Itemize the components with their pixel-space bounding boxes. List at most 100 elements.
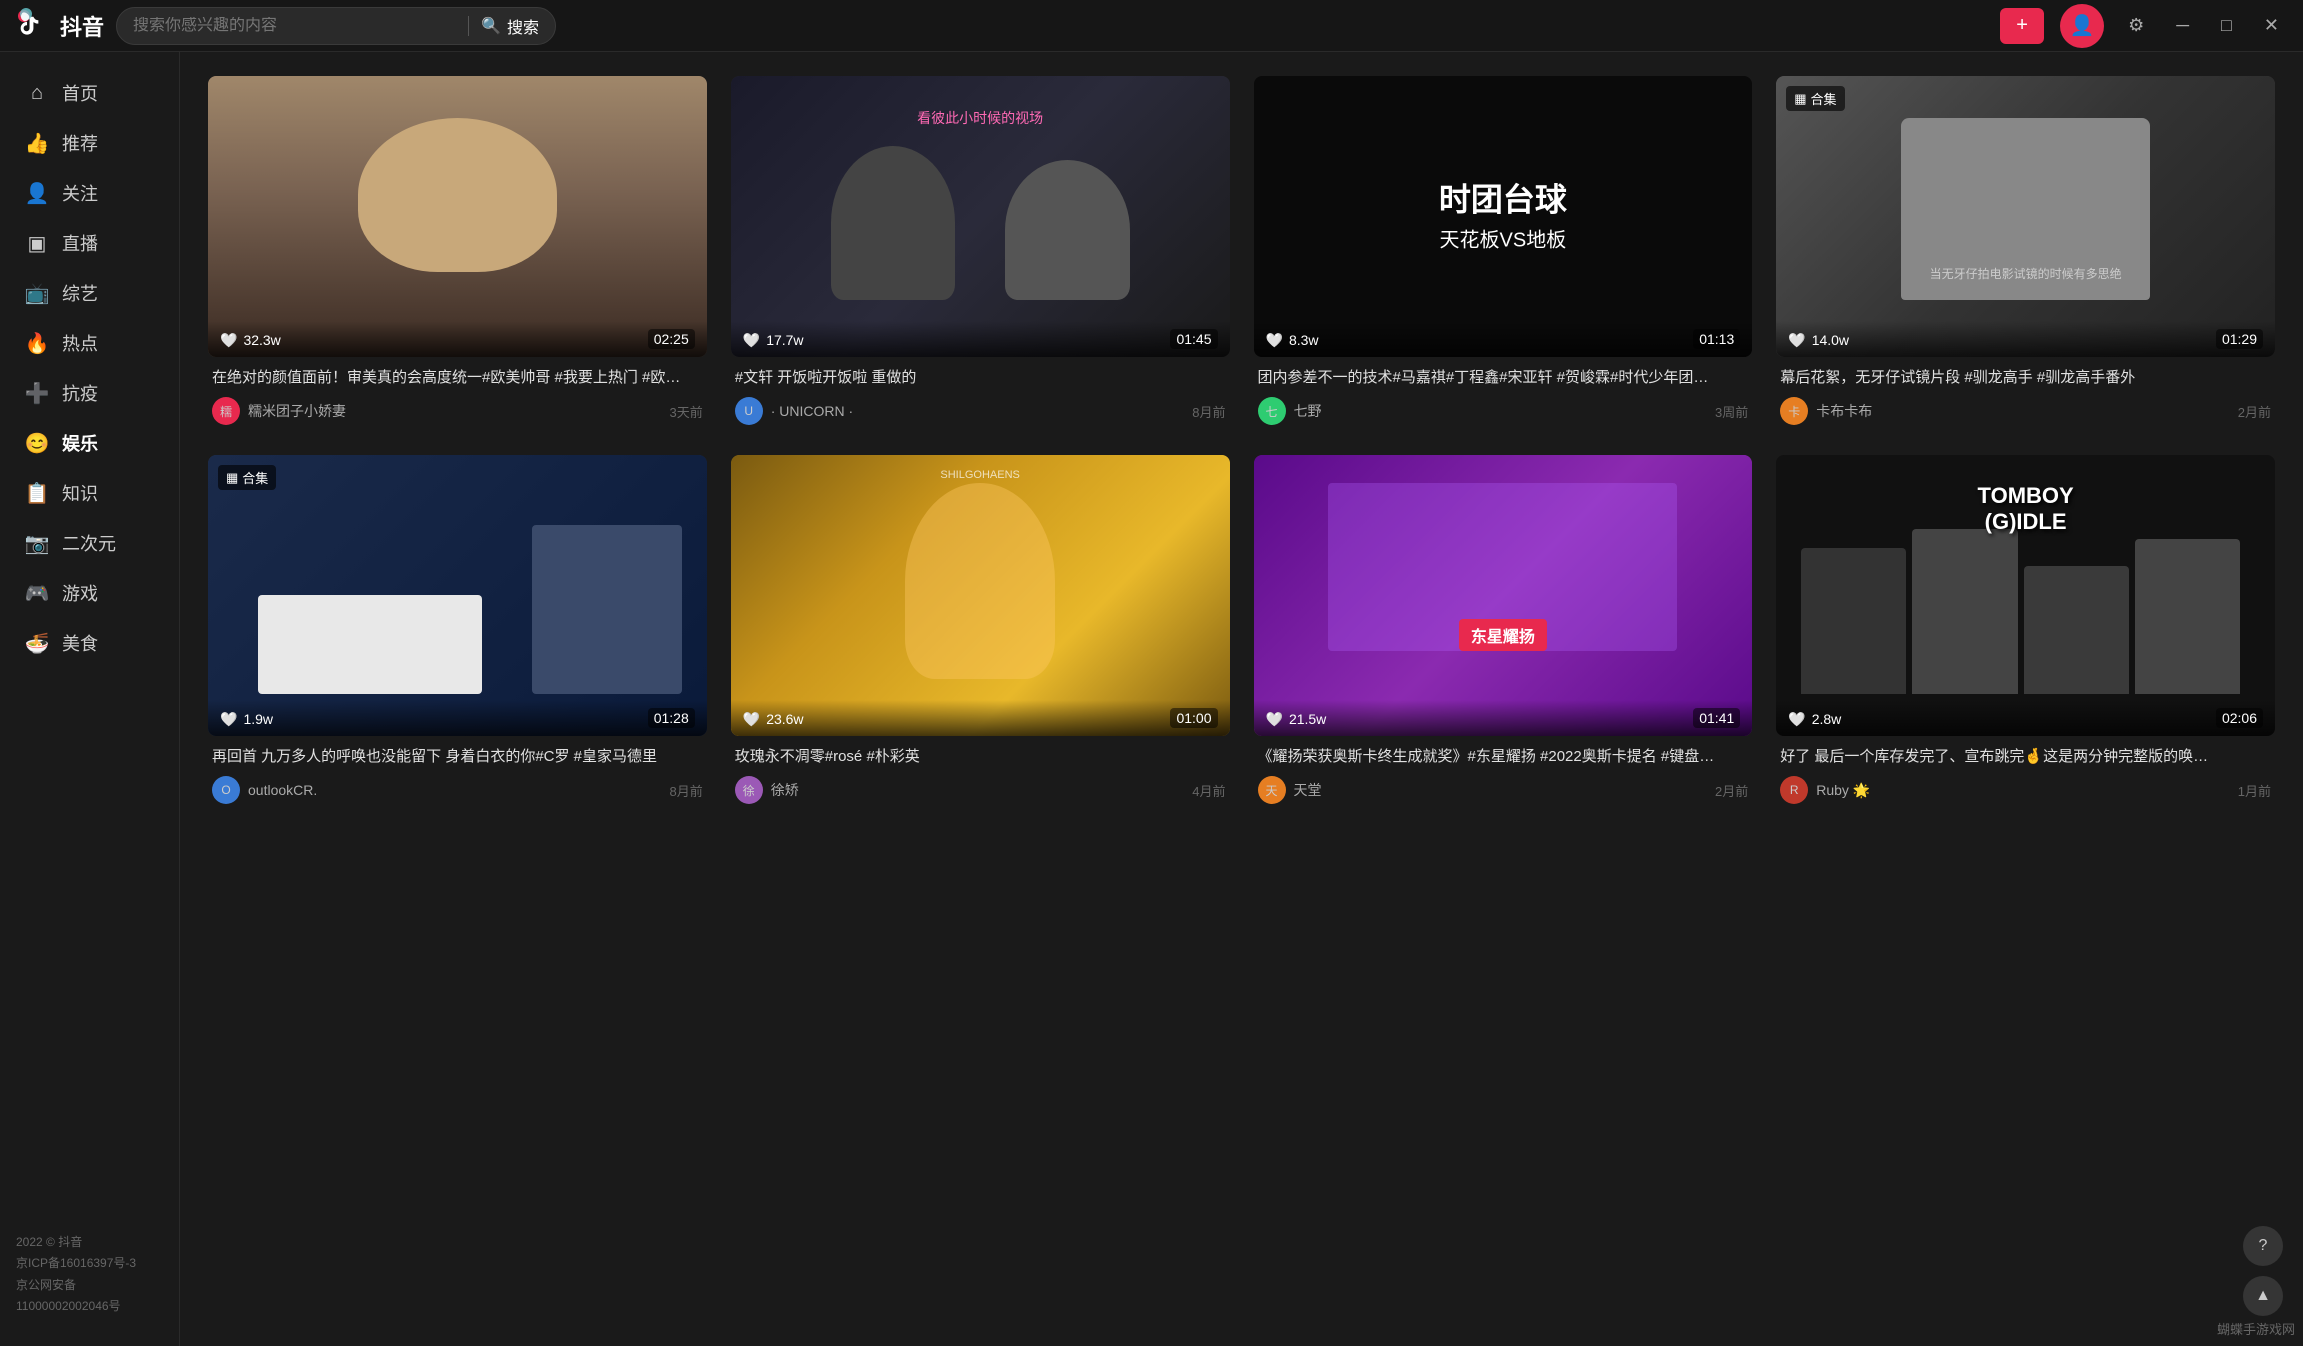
sidebar-item-entertainment[interactable]: 😊 娱乐 xyxy=(0,418,179,468)
sidebar-item-game[interactable]: 🎮 游戏 xyxy=(0,568,179,618)
titlebar-left: 抖音 🔍 搜索 xyxy=(16,7,556,45)
video-thumb-2: 看彼此小时候的视场 🤍 17.7w 01:45 xyxy=(731,76,1230,357)
search-button[interactable]: 🔍 搜索 xyxy=(481,14,539,38)
video-avatar-7: 天 xyxy=(1258,776,1286,804)
user-icon: 👤 xyxy=(2070,13,2095,38)
sidebar-item-hot[interactable]: 🔥 热点 xyxy=(0,318,179,368)
sidebar-item-recommend[interactable]: 👍 推荐 xyxy=(0,118,179,168)
follow-icon: 👤 xyxy=(24,181,50,206)
video-time-7: 2月前 xyxy=(1715,781,1748,800)
video-duration-7: 01:41 xyxy=(1693,708,1740,728)
sidebar: ⌂ 首页 👍 推荐 👤 关注 ▣ 直播 📺 综艺 🔥 热点 ➕ 抗疫 😊 xyxy=(0,52,180,1346)
video-time-8: 1月前 xyxy=(2238,781,2271,800)
video-card-4[interactable]: ▦ 合集 当无牙仔拍电影试镜的时候有多思绝 🤍 14.0w 01:29 xyxy=(1776,76,2275,431)
video-author-2: · UNICORN · xyxy=(771,403,853,419)
video-overlay-4: 🤍 14.0w 01:29 xyxy=(1776,321,2275,357)
upload-button[interactable]: + xyxy=(2000,8,2044,44)
sidebar-item-follow-label: 关注 xyxy=(62,180,98,206)
video-info-6: 玫瑰永不凋零#rosé #朴彩英 徐 徐矫 4月前 xyxy=(731,736,1230,811)
knowledge-icon: 📋 xyxy=(24,481,50,506)
video-thumb-7: 东星耀扬 🤍 21.5w 01:41 xyxy=(1254,455,1753,736)
video-meta-1: 糯 糯米团子小娇妻 3天前 xyxy=(212,397,703,425)
icp: 京ICP备16016397号-3 xyxy=(16,1253,163,1275)
video-title-1: 在绝对的颜值面前！审美真的会高度统一#欧美帅哥 #我要上热门 #欧… xyxy=(212,367,703,390)
heart-icon-7: 🤍 xyxy=(1266,711,1283,728)
video-thumb-8: TOMBOY(G)IDLE 🤍 2.8w 02:06 xyxy=(1776,455,2275,736)
video-likes-2: 🤍 17.7w xyxy=(743,332,804,349)
search-bar[interactable]: 🔍 搜索 xyxy=(116,7,556,45)
anti-icon: ➕ xyxy=(24,381,50,406)
minimize-icon: ─ xyxy=(2176,15,2189,35)
video-info-4: 幕后花絮，无牙仔试镜片段 #驯龙高手 #驯龙高手番外 卡 卡布卡布 2月前 xyxy=(1776,357,2275,432)
video-duration-6: 01:00 xyxy=(1170,708,1217,728)
sidebar-item-anime-label: 二次元 xyxy=(62,530,116,556)
help-button[interactable]: ? xyxy=(2243,1226,2283,1266)
recommend-icon: 👍 xyxy=(24,131,50,156)
video-card-1[interactable]: 🤍 32.3w 02:25 在绝对的颜值面前！审美真的会高度统一#欧美帅哥 #我… xyxy=(208,76,707,431)
sidebar-item-hot-label: 热点 xyxy=(62,330,98,356)
user-avatar-button[interactable]: 👤 xyxy=(2060,4,2104,48)
video-meta-8: R Ruby 🌟 1月前 xyxy=(1780,776,2271,804)
sidebar-item-anti[interactable]: ➕ 抗疫 xyxy=(0,368,179,418)
heart-icon-5: 🤍 xyxy=(220,711,237,728)
video-author-4: 卡布卡布 xyxy=(1816,401,1872,421)
minimize-button[interactable]: ─ xyxy=(2168,11,2197,40)
sidebar-item-variety-label: 综艺 xyxy=(62,280,98,306)
heart-icon-8: 🤍 xyxy=(1788,711,1805,728)
sidebar-item-follow[interactable]: 👤 关注 xyxy=(0,168,179,218)
search-input[interactable] xyxy=(133,17,456,35)
video-avatar-5: O xyxy=(212,776,240,804)
scroll-up-button[interactable]: ▲ xyxy=(2243,1276,2283,1316)
game-icon: 🎮 xyxy=(24,581,50,606)
home-icon: ⌂ xyxy=(24,82,50,105)
video-author-3: 七野 xyxy=(1294,401,1322,421)
video-overlay-6: 🤍 23.6w 01:00 xyxy=(731,700,1230,736)
collection-badge-4: ▦ 合集 xyxy=(1786,86,1844,111)
video-card-6[interactable]: SHILGOHAENS 🤍 23.6w 01:00 玫瑰永不凋零#rosé #朴… xyxy=(731,455,1230,810)
sidebar-item-live-label: 直播 xyxy=(62,230,98,256)
heart-icon-1: 🤍 xyxy=(220,332,237,349)
sidebar-item-home[interactable]: ⌂ 首页 xyxy=(0,68,179,118)
video-thumb-6: SHILGOHAENS 🤍 23.6w 01:00 xyxy=(731,455,1230,736)
video-meta-5: O outlookCR. 8月前 xyxy=(212,776,703,804)
video-meta-7: 天 天堂 2月前 xyxy=(1258,776,1749,804)
video-card-8[interactable]: TOMBOY(G)IDLE 🤍 2.8w 02:06 好了 最后一个库存发完了、… xyxy=(1776,455,2275,810)
video-info-3: 团内参差不一的技术#马嘉祺#丁程鑫#宋亚轩 #贺峻霖#时代少年团… 七 七野 3… xyxy=(1254,357,1753,432)
video-title-7: 《耀扬荣获奥斯卡终生成就奖》#东星耀扬 #2022奥斯卡提名 #键盘… xyxy=(1258,746,1749,769)
sidebar-item-anti-label: 抗疫 xyxy=(62,380,98,406)
video-card-3[interactable]: 时团台球 天花板VS地板 🤍 8.3w 01:13 团内参差不一的技术#马嘉祺#… xyxy=(1254,76,1753,431)
close-button[interactable]: ✕ xyxy=(2256,11,2287,40)
sidebar-item-live[interactable]: ▣ 直播 xyxy=(0,218,179,268)
video-time-1: 3天前 xyxy=(670,402,703,421)
video-time-5: 8月前 xyxy=(670,781,703,800)
video-card-5[interactable]: ▦ 合集 🤍 1.9w 01:28 再回首 九万多人的 xyxy=(208,455,707,810)
video-avatar-2: U xyxy=(735,397,763,425)
video-duration-3: 01:13 xyxy=(1693,329,1740,349)
video-card-2[interactable]: 看彼此小时候的视场 🤍 17.7w 01:45 #文轩 开饭啦开饭啦 重做的 U… xyxy=(731,76,1230,431)
search-icon: 🔍 xyxy=(481,16,501,36)
sidebar-item-food[interactable]: 🍜 美食 xyxy=(0,618,179,668)
video-avatar-4: 卡 xyxy=(1780,397,1808,425)
sidebar-item-variety[interactable]: 📺 综艺 xyxy=(0,268,179,318)
scroll-up-icon: ▲ xyxy=(2255,1287,2271,1305)
video-card-7[interactable]: 东星耀扬 🤍 21.5w 01:41 《耀扬荣获奥斯卡终生成就奖》#东星耀扬 #… xyxy=(1254,455,1753,810)
video-overlay-3: 🤍 8.3w 01:13 xyxy=(1254,321,1753,357)
video-info-2: #文轩 开饭啦开饭啦 重做的 U · UNICORN · 8月前 xyxy=(731,357,1230,432)
video-duration-2: 01:45 xyxy=(1170,329,1217,349)
video-likes-5: 🤍 1.9w xyxy=(220,711,273,728)
maximize-button[interactable]: □ xyxy=(2213,11,2240,40)
maximize-icon: □ xyxy=(2221,15,2232,35)
video-overlay-1: 🤍 32.3w 02:25 xyxy=(208,321,707,357)
sidebar-item-entertainment-label: 娱乐 xyxy=(62,430,98,456)
settings-button[interactable]: ⚙ xyxy=(2120,11,2152,40)
video-likes-7: 🤍 21.5w xyxy=(1266,711,1327,728)
anime-icon: 📷 xyxy=(24,531,50,556)
collection-icon-4: ▦ xyxy=(1794,91,1806,107)
video-info-5: 再回首 九万多人的呼唤也没能留下 身着白衣的你#C罗 #皇家马德里 O outl… xyxy=(208,736,707,811)
video-duration-1: 02:25 xyxy=(648,329,695,349)
video-info-1: 在绝对的颜值面前！审美真的会高度统一#欧美帅哥 #我要上热门 #欧… 糯 糯米团… xyxy=(208,357,707,432)
video-meta-2: U · UNICORN · 8月前 xyxy=(735,397,1226,425)
sidebar-item-anime[interactable]: 📷 二次元 xyxy=(0,518,179,568)
close-icon: ✕ xyxy=(2264,15,2279,35)
sidebar-item-knowledge[interactable]: 📋 知识 xyxy=(0,468,179,518)
